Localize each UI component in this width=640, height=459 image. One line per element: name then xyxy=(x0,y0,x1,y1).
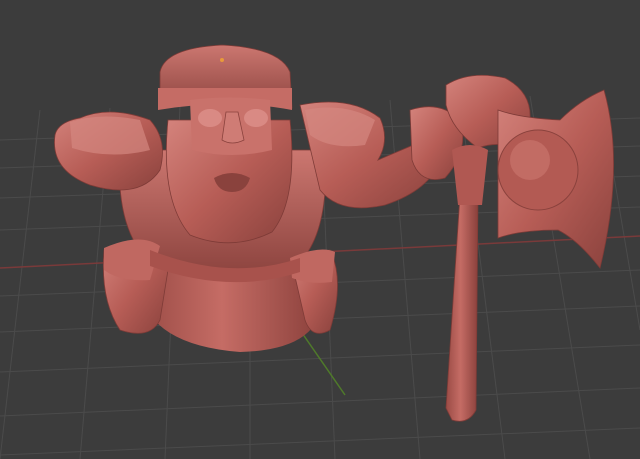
origin-marker xyxy=(220,58,224,62)
model-axe-head[interactable] xyxy=(497,89,614,269)
y-axis-line xyxy=(299,329,346,396)
3d-viewport[interactable] xyxy=(0,0,640,459)
viewport-scene[interactable] xyxy=(0,0,640,459)
model-left-arm[interactable] xyxy=(54,111,163,191)
